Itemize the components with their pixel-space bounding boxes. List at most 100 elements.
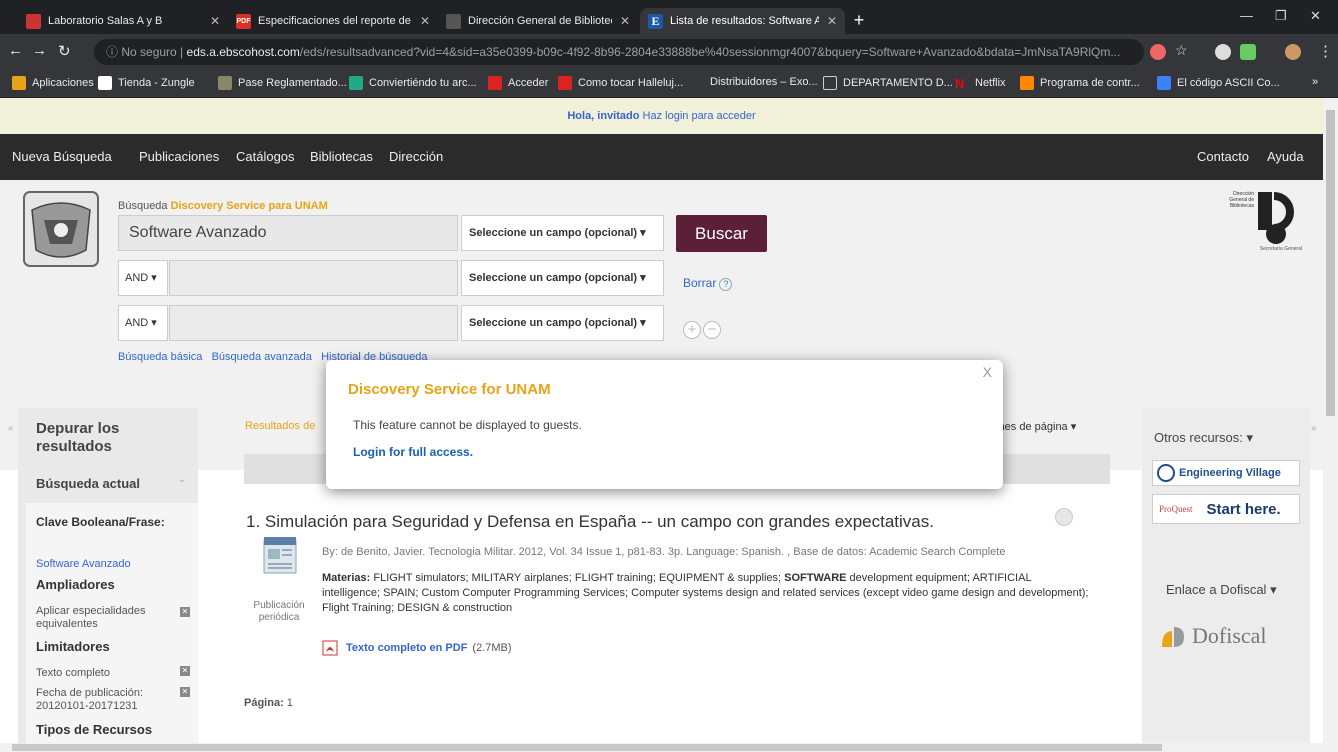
caret-down-icon: ▾ bbox=[1070, 421, 1077, 433]
help-icon[interactable]: ? bbox=[719, 278, 733, 291]
close-icon[interactable]: ✕ bbox=[210, 14, 220, 28]
tab-title: Lista de resultados: Software Ava bbox=[670, 15, 819, 27]
tab-laboratorio[interactable]: Laboratorio Salas A y B ✕ bbox=[18, 8, 228, 34]
login-link[interactable]: Haz login para acceder bbox=[643, 110, 756, 122]
reload-icon[interactable]: ↻ bbox=[58, 42, 71, 60]
close-icon[interactable]: ✕ bbox=[620, 14, 630, 28]
pdf-full-text-link[interactable]: Texto completo en PDF bbox=[346, 642, 467, 654]
amplifiers-heading: Ampliadores bbox=[36, 577, 115, 592]
dofiscal-link[interactable]: Dofiscal bbox=[1160, 623, 1267, 649]
result-title[interactable]: 1. Simulación para Seguridad y Defensa e… bbox=[246, 512, 934, 532]
nav-bibliotecas[interactable]: Bibliotecas bbox=[310, 149, 373, 164]
collapse-left-icon[interactable]: « bbox=[8, 423, 14, 434]
other-resources-heading[interactable]: Otros recursos: ▾ bbox=[1154, 430, 1253, 446]
nav-ayuda[interactable]: Ayuda bbox=[1267, 149, 1304, 164]
nav-catalogos[interactable]: Catálogos bbox=[236, 149, 295, 164]
remove-icon[interactable]: ✕ bbox=[180, 607, 190, 617]
site-icon bbox=[218, 76, 232, 90]
remove-icon[interactable]: ✕ bbox=[180, 666, 190, 676]
bookmarks-more[interactable]: » bbox=[1312, 76, 1318, 88]
address-bar[interactable]: ⓘ No seguro | eds.a.ebscohost.com/eds/re… bbox=[94, 39, 1144, 65]
ebsco-icon: E bbox=[648, 13, 663, 29]
nav-nueva-busqueda[interactable]: Nueva Búsqueda bbox=[12, 149, 112, 164]
scrollbar-thumb[interactable] bbox=[1326, 110, 1335, 416]
site-icon bbox=[1157, 76, 1171, 90]
menu-icon[interactable]: ⋮ bbox=[1318, 42, 1333, 60]
modal-login-link[interactable]: Login for full access. bbox=[353, 445, 473, 459]
preview-icon[interactable] bbox=[1055, 508, 1073, 526]
service-name: Discovery Service para UNAM bbox=[170, 200, 328, 212]
bookmark-ascii[interactable]: El código ASCII Co... bbox=[1157, 76, 1280, 90]
tab-especificaciones[interactable]: PDF Especificaciones del reporte de l ✕ bbox=[228, 8, 438, 34]
caret-down-icon: ▾ bbox=[1270, 582, 1277, 597]
bookmark-distribuidores[interactable]: Distribuidores – Exo... bbox=[710, 76, 818, 88]
operator-select-1[interactable]: AND ▾ bbox=[118, 260, 168, 296]
bookmark-programa[interactable]: Programa de contr... bbox=[1020, 76, 1140, 90]
tab-lista-resultados[interactable]: E Lista de resultados: Software Ava ✕ bbox=[640, 8, 845, 34]
nav-contacto[interactable]: Contacto bbox=[1197, 149, 1249, 164]
vertical-scrollbar[interactable] bbox=[1323, 98, 1338, 743]
maximize-icon[interactable]: ❐ bbox=[1275, 8, 1287, 24]
info-icon[interactable]: ⓘ bbox=[106, 45, 121, 59]
search-button[interactable]: Buscar bbox=[676, 215, 767, 252]
basic-search-link[interactable]: Búsqueda básica bbox=[118, 351, 202, 363]
bookmark-halleluj[interactable]: Como tocar Halleluj... bbox=[558, 76, 683, 90]
advanced-search-link[interactable]: Búsqueda avanzada bbox=[212, 351, 312, 363]
boolean-value-link[interactable]: Software Avanzado bbox=[36, 558, 131, 571]
tab-title: Especificaciones del reporte de l bbox=[258, 15, 412, 27]
search-input-3[interactable] bbox=[169, 305, 458, 341]
bookmark-pase[interactable]: Pase Reglamentado... bbox=[218, 76, 347, 90]
search-input-2[interactable] bbox=[169, 260, 458, 296]
horizontal-scrollbar[interactable] bbox=[0, 743, 1338, 752]
bookmark-netflix[interactable]: N Netflix bbox=[955, 76, 1006, 91]
forward-icon[interactable]: → bbox=[32, 42, 47, 59]
close-icon[interactable]: ✕ bbox=[420, 14, 430, 28]
caret-down-icon: ▾ bbox=[640, 227, 646, 239]
close-window-icon[interactable]: ✕ bbox=[1310, 8, 1321, 24]
clear-link[interactable]: Borrar? bbox=[683, 276, 733, 291]
search-input[interactable]: Software Avanzado bbox=[118, 215, 458, 251]
bookmark-departamento[interactable]: DEPARTAMENTO D... bbox=[823, 76, 953, 90]
bookmark-tienda[interactable]: Tienda - Zungle bbox=[98, 76, 195, 90]
extension-icon[interactable] bbox=[1215, 44, 1231, 60]
modal-message: This feature cannot be displayed to gues… bbox=[353, 418, 582, 432]
bookmark-acceder[interactable]: Acceder bbox=[488, 76, 548, 90]
new-tab-button[interactable]: + bbox=[850, 11, 868, 30]
caret-down-icon: ▾ bbox=[1246, 430, 1254, 445]
resource-types-heading: Tipos de Recursos bbox=[36, 722, 153, 737]
nav-publicaciones[interactable]: Publicaciones bbox=[139, 149, 219, 164]
proquest-link[interactable]: ProQuest Start here. bbox=[1152, 494, 1300, 524]
caret-down-icon: ▾ bbox=[151, 317, 157, 329]
field-select-1[interactable]: Seleccione un campo (opcional) ▾ bbox=[461, 215, 664, 251]
nav-direccion[interactable]: Dirección bbox=[389, 149, 443, 164]
remove-icon[interactable]: ✕ bbox=[180, 687, 190, 697]
page-number[interactable]: 1 bbox=[287, 697, 293, 709]
minimize-icon[interactable]: — bbox=[1240, 8, 1253, 23]
chevron-down-icon[interactable]: ⌄ bbox=[178, 474, 186, 485]
extension-icon[interactable] bbox=[1240, 44, 1256, 60]
search-label: Búsqueda Discovery Service para UNAM bbox=[118, 200, 328, 212]
translate-icon[interactable] bbox=[1150, 44, 1166, 60]
current-search-heading[interactable]: Búsqueda actual bbox=[36, 476, 140, 491]
tab-title: Dirección General de Bibliotecas, bbox=[468, 15, 612, 27]
close-icon[interactable]: ✕ bbox=[827, 14, 837, 28]
results-header: Resultados de bbox=[245, 420, 316, 432]
tab-direccion-general[interactable]: Dirección General de Bibliotecas, ✕ bbox=[438, 8, 638, 34]
dofiscal-icon bbox=[1162, 627, 1184, 647]
svg-text:Bibliotecas: Bibliotecas bbox=[1230, 203, 1255, 209]
plus-icon[interactable]: + bbox=[683, 321, 701, 339]
scrollbar-thumb[interactable] bbox=[12, 744, 1162, 751]
field-select-2[interactable]: Seleccione un campo (opcional) ▾ bbox=[461, 260, 664, 296]
operator-select-2[interactable]: AND ▾ bbox=[118, 305, 168, 341]
dofiscal-heading[interactable]: Enlace a Dofiscal ▾ bbox=[1166, 582, 1277, 598]
minus-icon[interactable]: − bbox=[703, 321, 721, 339]
engineering-village-link[interactable]: Engineering Village bbox=[1152, 460, 1300, 486]
back-icon[interactable]: ← bbox=[8, 42, 23, 59]
bookmark-aplicaciones[interactable]: Aplicaciones bbox=[12, 76, 94, 90]
star-icon[interactable]: ☆ bbox=[1175, 42, 1191, 58]
avatar[interactable] bbox=[1285, 44, 1301, 60]
bookmark-convirtiendo[interactable]: Conviertiéndo tu arc... bbox=[349, 76, 477, 90]
modal-close-button[interactable]: X bbox=[983, 364, 992, 380]
field-select-3[interactable]: Seleccione un campo (opcional) ▾ bbox=[461, 305, 664, 341]
collapse-right-icon[interactable]: » bbox=[1311, 423, 1317, 434]
